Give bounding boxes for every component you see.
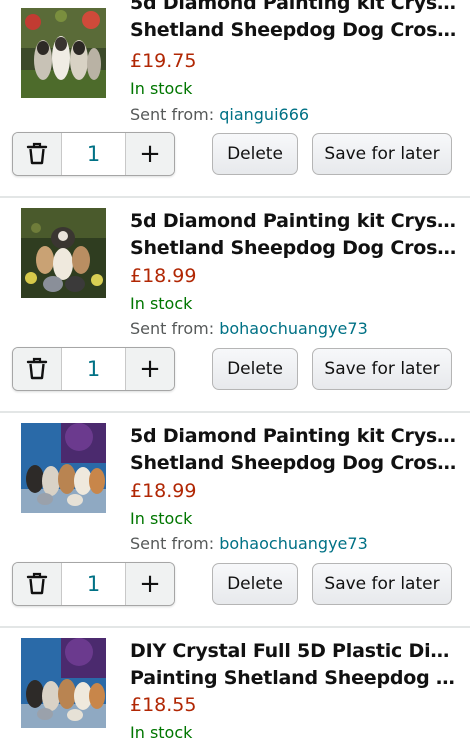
stock-status: In stock bbox=[130, 723, 193, 742]
cart-item-list: 5d Diamond Painting kit Crystal Shetland… bbox=[0, 0, 470, 748]
product-price: £18.99 bbox=[130, 265, 197, 287]
product-title-line: 5d Diamond Painting kit Crystal bbox=[130, 425, 460, 447]
seller-link[interactable]: bohaochuangye73 bbox=[219, 319, 368, 338]
seller-link[interactable]: qiangui666 bbox=[219, 105, 309, 124]
cart-item: 5d Diamond Painting kit Crystal Shetland… bbox=[0, 198, 470, 410]
product-image-graphic bbox=[21, 208, 106, 298]
quantity-value: 1 bbox=[86, 357, 101, 381]
product-image[interactable] bbox=[21, 8, 106, 98]
delete-quantity-button[interactable] bbox=[13, 133, 62, 175]
trash-icon bbox=[26, 357, 48, 380]
product-image-graphic bbox=[21, 638, 106, 728]
product-image[interactable] bbox=[21, 208, 106, 298]
product-title-line: Shetland Sheepdog Dog Cross Stit... bbox=[130, 19, 460, 41]
delete-quantity-button[interactable] bbox=[13, 348, 62, 390]
quantity-value: 1 bbox=[86, 142, 101, 166]
delete-button[interactable]: Delete bbox=[212, 348, 298, 390]
delete-quantity-button[interactable] bbox=[13, 563, 62, 605]
quantity-stepper: 1 + bbox=[12, 132, 175, 176]
product-image-graphic bbox=[21, 8, 106, 98]
sent-from: Sent from: bohaochuangye73 bbox=[130, 319, 368, 338]
quantity-value: 1 bbox=[86, 572, 101, 596]
product-title-line: 5d Diamond Painting kit Crystal bbox=[130, 0, 460, 14]
product-title-line: DIY Crystal Full 5D Plastic Diamond bbox=[130, 640, 460, 662]
quantity-stepper: 1 + bbox=[12, 347, 175, 391]
product-title-line: Painting Shetland Sheepdog D... bbox=[130, 667, 460, 689]
product-image-graphic bbox=[21, 423, 106, 513]
sent-from-label: Sent from: bbox=[130, 105, 215, 124]
delete-button[interactable]: Delete bbox=[212, 133, 298, 175]
product-image[interactable] bbox=[21, 638, 106, 728]
sent-from-label: Sent from: bbox=[130, 319, 215, 338]
product-title[interactable]: 5d Diamond Painting kit Crystal Shetland… bbox=[130, 208, 460, 262]
increase-quantity-button[interactable]: + bbox=[125, 133, 174, 175]
save-for-later-button[interactable]: Save for later bbox=[312, 563, 452, 605]
sent-from: Sent from: bohaochuangye73 bbox=[130, 534, 368, 553]
increase-quantity-button[interactable]: + bbox=[125, 563, 174, 605]
product-title-line: Shetland Sheepdog Dog Cross Stit... bbox=[130, 237, 460, 259]
trash-icon bbox=[26, 142, 48, 165]
product-title-line: 5d Diamond Painting kit Crystal bbox=[130, 210, 460, 232]
trash-icon bbox=[26, 572, 48, 595]
product-title[interactable]: 5d Diamond Painting kit Crystal Shetland… bbox=[130, 0, 460, 44]
delete-button[interactable]: Delete bbox=[212, 563, 298, 605]
sent-from-label: Sent from: bbox=[130, 534, 215, 553]
plus-icon: + bbox=[139, 354, 161, 384]
sent-from: Sent from: qiangui666 bbox=[130, 105, 309, 124]
cart-item: 5d Diamond Painting kit Crystal Shetland… bbox=[0, 413, 470, 625]
product-image[interactable] bbox=[21, 423, 106, 513]
product-title[interactable]: DIY Crystal Full 5D Plastic Diamond Pain… bbox=[130, 638, 460, 692]
quantity-stepper: 1 + bbox=[12, 562, 175, 606]
save-for-later-button[interactable]: Save for later bbox=[312, 133, 452, 175]
product-price: £18.99 bbox=[130, 480, 197, 502]
increase-quantity-button[interactable]: + bbox=[125, 348, 174, 390]
stock-status: In stock bbox=[130, 294, 193, 313]
product-title[interactable]: 5d Diamond Painting kit Crystal Shetland… bbox=[130, 423, 460, 477]
product-price: £19.75 bbox=[130, 50, 197, 72]
plus-icon: + bbox=[139, 139, 161, 169]
cart-item: DIY Crystal Full 5D Plastic Diamond Pain… bbox=[0, 628, 470, 748]
stock-status: In stock bbox=[130, 79, 193, 98]
stock-status: In stock bbox=[130, 509, 193, 528]
seller-link[interactable]: bohaochuangye73 bbox=[219, 534, 368, 553]
product-title-line: Shetland Sheepdog Dog Cross Stit... bbox=[130, 452, 460, 474]
plus-icon: + bbox=[139, 569, 161, 599]
cart-item: 5d Diamond Painting kit Crystal Shetland… bbox=[0, 0, 470, 195]
save-for-later-button[interactable]: Save for later bbox=[312, 348, 452, 390]
product-price: £18.55 bbox=[130, 694, 197, 716]
